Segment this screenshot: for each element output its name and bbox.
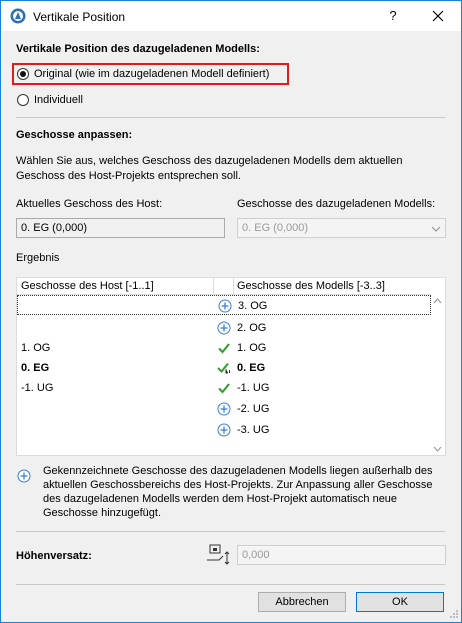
host-story-cell: 1. OG xyxy=(21,342,51,354)
plus-icon xyxy=(218,299,232,313)
table-row[interactable]: 2. OG xyxy=(17,318,431,338)
plus-info-icon xyxy=(17,469,31,483)
archicad-app-icon xyxy=(10,8,26,24)
result-heading: Ergebnis xyxy=(16,252,60,264)
host-story-label: Aktuelles Geschoss des Host: xyxy=(16,198,163,210)
adjust-stories-heading: Geschosse anpassen: xyxy=(16,129,133,141)
radio-individual-label[interactable]: Individuell xyxy=(34,94,83,106)
column-header-host: Geschosse des Host [-1..1] xyxy=(21,280,154,292)
host-story-cell: 0. EG xyxy=(21,362,50,374)
help-button[interactable]: ? xyxy=(381,7,405,25)
vertical-position-heading: Vertikale Position des dazugeladenen Mod… xyxy=(16,43,260,55)
section-divider xyxy=(16,584,445,585)
column-separator xyxy=(233,278,234,294)
result-table: Geschosse des Host [-1..1] Geschosse des… xyxy=(16,277,446,456)
note-text: Gekennzeichnete Geschosse des dazugelade… xyxy=(43,465,433,519)
check-link-icon xyxy=(217,362,230,374)
host-story-field: 0. EG (0,000) xyxy=(16,218,225,238)
chevron-down-icon xyxy=(431,226,441,232)
column-separator xyxy=(213,278,214,294)
table-row[interactable]: -3. UG xyxy=(17,420,431,440)
model-story-dropdown[interactable]: 0. EG (0,000) xyxy=(237,218,446,238)
section-divider xyxy=(16,117,445,118)
scroll-down-arrow-icon[interactable] xyxy=(430,443,445,455)
plus-icon xyxy=(217,321,231,335)
radio-original-label[interactable]: Original (wie im dazugeladenen Modell de… xyxy=(34,68,269,80)
table-row[interactable]: -2. UG xyxy=(17,399,431,419)
cancel-button[interactable]: Abbrechen xyxy=(258,592,346,612)
table-row[interactable]: -1. UG -1. UG xyxy=(17,378,431,398)
radio-original[interactable] xyxy=(17,68,29,80)
window-title: Vertikale Position xyxy=(33,10,126,24)
plus-icon xyxy=(217,402,231,416)
check-icon xyxy=(218,383,230,394)
dialog-window: Vertikale Position ? Vertikale Position … xyxy=(0,0,462,623)
model-story-cell: 3. OG xyxy=(238,300,268,312)
elevation-offset-icon xyxy=(207,544,230,565)
height-offset-label: Höhenversatz: xyxy=(16,550,92,562)
check-icon xyxy=(218,343,230,354)
section-divider xyxy=(16,531,445,532)
plus-icon xyxy=(217,423,231,437)
table-row[interactable]: 3. OG xyxy=(17,295,431,315)
model-story-cell: 0. EG xyxy=(237,362,266,374)
vertical-scrollbar[interactable] xyxy=(430,295,445,455)
title-bar[interactable]: Vertikale Position ? xyxy=(1,1,461,31)
model-story-cell: -1. UG xyxy=(237,382,270,394)
model-story-cell: 1. OG xyxy=(237,342,267,354)
table-row[interactable]: 0. EG 0. EG xyxy=(17,358,431,378)
adjust-stories-description: Wählen Sie aus, welches Geschoss des daz… xyxy=(16,155,403,182)
host-story-cell: -1. UG xyxy=(21,382,54,394)
column-header-model: Geschosse des Modells [-3..3] xyxy=(237,280,385,292)
model-story-value: 0. EG (0,000) xyxy=(242,222,309,234)
radio-selected-dot xyxy=(20,71,26,77)
resize-grip-icon[interactable] xyxy=(449,609,459,619)
model-story-cell: -3. UG xyxy=(237,424,270,436)
model-story-cell: -2. UG xyxy=(237,403,270,415)
ok-button[interactable]: OK xyxy=(356,592,444,612)
table-row[interactable]: 1. OG 1. OG xyxy=(17,338,431,358)
close-icon xyxy=(432,10,444,22)
scroll-up-arrow-icon[interactable] xyxy=(430,295,445,307)
model-story-label: Geschosse des dazugeladenen Modells: xyxy=(237,198,436,210)
model-story-cell: 2. OG xyxy=(237,322,267,334)
radio-individual[interactable] xyxy=(17,94,29,106)
close-button[interactable] xyxy=(425,5,451,27)
height-offset-field[interactable]: 0,000 xyxy=(237,545,446,565)
